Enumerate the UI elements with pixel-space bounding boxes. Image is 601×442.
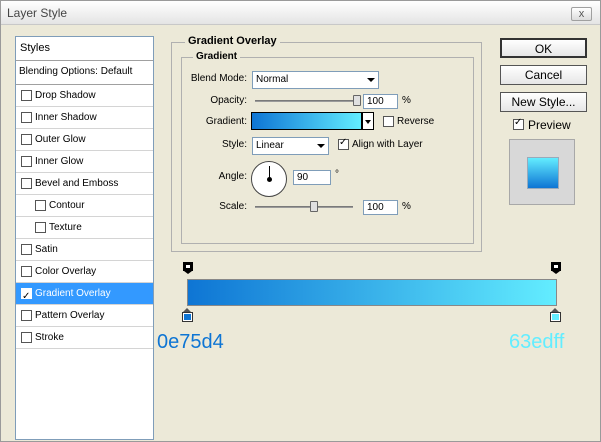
angle-center — [267, 177, 272, 182]
align-with-layer-checkbox[interactable]: ✓ — [338, 137, 349, 150]
scale-slider-track[interactable] — [255, 206, 353, 208]
style-item-checkbox[interactable] — [35, 222, 46, 233]
blend-mode-label: Blend Mode: — [190, 73, 247, 84]
style-item-checkbox[interactable] — [21, 244, 32, 255]
style-item-label: Bevel and Emboss — [35, 178, 119, 189]
window-title: Layer Style — [7, 6, 68, 20]
style-item[interactable]: Color Overlay — [16, 261, 153, 283]
style-items: Drop Shadow Inner Shadow Outer Glow Inner G… — [16, 85, 153, 349]
gradient-dropdown-button[interactable] — [362, 112, 374, 130]
angle-dial[interactable] — [251, 161, 287, 197]
gradient-bar[interactable] — [187, 279, 557, 306]
start-color-hex-label: 0e75d4 — [157, 331, 224, 353]
style-item-label: Pattern Overlay — [35, 310, 105, 321]
gradient-subgroup-title: Gradient — [193, 51, 241, 62]
check-icon: ✓ — [339, 137, 348, 148]
layer-style-dialog: Layer Style x Styles Blending Options: D… — [0, 0, 601, 442]
style-item-checkbox[interactable] — [21, 266, 32, 277]
style-item-label: Satin — [35, 244, 58, 255]
reverse-checkbox[interactable] — [383, 116, 394, 127]
preview-box — [509, 139, 575, 205]
chevron-down-icon — [367, 78, 375, 82]
style-item[interactable]: Bevel and Emboss — [16, 173, 153, 195]
style-item-checkbox[interactable] — [21, 332, 32, 343]
style-item[interactable]: Texture — [16, 217, 153, 239]
style-item-checkbox[interactable] — [21, 178, 32, 189]
scale-input[interactable]: 100 — [363, 200, 398, 215]
style-item[interactable]: Inner Glow — [16, 151, 153, 173]
blend-mode-value: Normal — [256, 74, 289, 85]
style-item[interactable]: Stroke — [16, 327, 153, 349]
style-item-checkbox[interactable] — [21, 112, 32, 123]
opacity-unit: % — [402, 95, 411, 106]
style-item-label: Texture — [49, 222, 82, 233]
ok-button[interactable]: OK — [500, 38, 587, 58]
end-color-hex-label: 63edff — [509, 331, 565, 353]
preview-swatch — [527, 157, 559, 189]
scale-unit: % — [402, 201, 411, 212]
scale-label: Scale: — [219, 201, 247, 212]
style-item-label: Gradient Overlay — [35, 288, 111, 299]
color-stop-left[interactable] — [182, 308, 193, 322]
gradient-overlay-title: Gradient Overlay — [185, 35, 280, 47]
blend-mode-select[interactable]: Normal — [252, 71, 379, 89]
style-item-label: Outer Glow — [35, 134, 86, 145]
style-item-checkbox[interactable]: ✓ — [21, 288, 32, 302]
dialog-content: Styles Blending Options: Default Drop Sh… — [1, 26, 600, 441]
style-item-label: Inner Shadow — [35, 112, 97, 123]
style-item[interactable]: Pattern Overlay — [16, 305, 153, 327]
style-item[interactable]: Contour — [16, 195, 153, 217]
check-icon: ✓ — [514, 117, 523, 128]
opacity-slider-thumb[interactable] — [353, 95, 361, 106]
style-item-label: Contour — [49, 200, 85, 211]
style-item[interactable]: Outer Glow — [16, 129, 153, 151]
styles-list: Styles Blending Options: Default Drop Sh… — [15, 36, 154, 440]
preview-checkbox[interactable]: ✓ — [513, 117, 524, 130]
gradient-label: Gradient: — [205, 116, 247, 127]
style-item[interactable]: Inner Shadow — [16, 107, 153, 129]
style-item-checkbox[interactable] — [21, 134, 32, 145]
scale-slider-thumb[interactable] — [309, 201, 318, 212]
reverse-label: Reverse — [397, 116, 435, 127]
new-style-button[interactable]: New Style... — [500, 92, 587, 112]
close-button[interactable]: x — [571, 7, 592, 21]
opacity-input[interactable]: 100 — [363, 94, 398, 109]
blending-options-item[interactable]: Blending Options: Default — [16, 61, 153, 85]
styles-header[interactable]: Styles — [16, 37, 153, 61]
opacity-slider-track[interactable] — [255, 100, 357, 102]
opacity-stop-right[interactable] — [551, 262, 561, 274]
style-label: Style: — [221, 139, 247, 150]
check-icon: ✓ — [22, 291, 31, 302]
style-item-label: Drop Shadow — [35, 90, 96, 101]
style-value: Linear — [256, 140, 284, 151]
align-with-layer-label: Align with Layer — [352, 139, 423, 150]
angle-unit: ° — [335, 169, 339, 180]
cancel-button[interactable]: Cancel — [500, 65, 587, 85]
angle-label: Angle: — [218, 171, 247, 182]
style-item-checkbox[interactable] — [21, 310, 32, 321]
style-item-label: Inner Glow — [35, 156, 84, 167]
style-item-label: Stroke — [35, 332, 64, 343]
style-item-checkbox[interactable] — [21, 90, 32, 101]
opacity-stop-left[interactable] — [183, 262, 193, 274]
style-item-checkbox[interactable] — [21, 156, 32, 167]
preview-label: Preview — [528, 118, 571, 132]
angle-input[interactable]: 90 — [293, 170, 331, 185]
style-item[interactable]: Drop Shadow — [16, 85, 153, 107]
gradient-swatch[interactable] — [251, 112, 362, 130]
style-select[interactable]: Linear — [252, 137, 329, 155]
style-item[interactable]: ✓ Gradient Overlay — [16, 283, 153, 305]
style-item-label: Color Overlay — [35, 266, 97, 277]
chevron-down-icon — [365, 120, 371, 124]
style-item[interactable]: Satin — [16, 239, 153, 261]
title-bar[interactable]: Layer Style x — [1, 1, 600, 25]
color-stop-right[interactable] — [550, 308, 561, 322]
style-item-checkbox[interactable] — [35, 200, 46, 211]
chevron-down-icon — [317, 144, 325, 148]
opacity-label: Opacity: — [210, 95, 247, 106]
